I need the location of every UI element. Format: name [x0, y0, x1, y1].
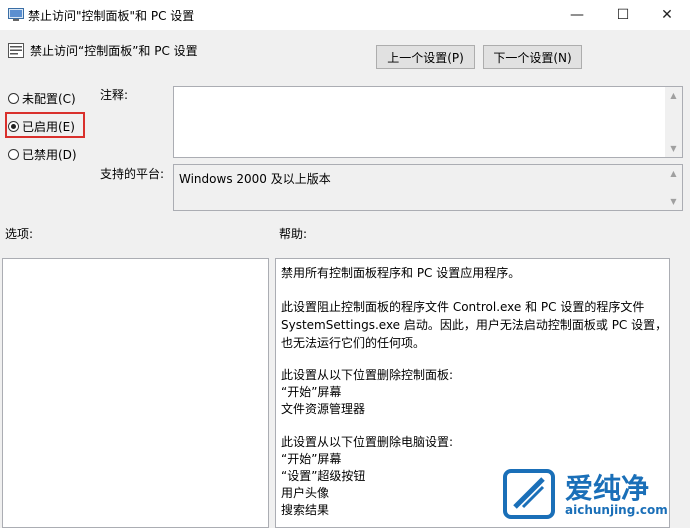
setting-name: 禁止访问“控制面板”和 PC 设置: [30, 44, 198, 58]
platform-value: Windows 2000 及以上版本: [179, 172, 331, 186]
help-line: 用户头像: [281, 486, 330, 500]
help-line: 禁用所有控制面板程序和 PC 设置应用程序。: [281, 266, 521, 280]
help-line: 搜索结果: [281, 503, 330, 517]
platform-label: 支持的平台:: [100, 167, 165, 181]
help-line: SystemSettings.exe 启动。因此，用户无法启动控制面板或 PC …: [281, 318, 668, 332]
radio-enabled[interactable]: 已启用(E): [8, 117, 75, 135]
next-setting-button[interactable]: 下一个设置(N): [483, 45, 582, 69]
radio-label: 已启用(E): [22, 119, 75, 134]
help-line: 此设置从以下位置删除电脑设置:: [281, 435, 454, 449]
platform-textbox: Windows 2000 及以上版本 ▲ ▼: [173, 164, 683, 211]
help-line: 此设置阻止控制面板的程序文件 Control.exe 和 PC 设置的程序文件: [281, 300, 645, 314]
maximize-icon: ☐: [616, 7, 630, 23]
policy-setting-icon: [8, 43, 24, 58]
comment-scrollbar[interactable]: ▲ ▼: [665, 87, 682, 157]
radio-label: 已禁用(D): [22, 147, 77, 162]
options-label: 选项:: [5, 227, 34, 241]
help-line: “开始”屏幕: [281, 385, 342, 399]
radio-not-configured[interactable]: 未配置(C): [8, 89, 76, 107]
help-line: “设置”超级按钮: [281, 469, 366, 483]
previous-setting-button[interactable]: 上一个设置(P): [376, 45, 475, 69]
scroll-up-icon[interactable]: ▲: [665, 87, 682, 104]
window-title: 禁止访问"控制面板"和 PC 设置: [28, 9, 195, 23]
comment-label: 注释:: [100, 88, 129, 102]
help-label: 帮助:: [279, 227, 308, 241]
platform-scrollbar[interactable]: ▲ ▼: [665, 165, 682, 210]
close-icon: ✕: [661, 7, 673, 23]
help-line: 此设置从以下位置删除控制面板:: [281, 368, 454, 382]
radio-circle[interactable]: [8, 148, 19, 160]
scroll-up-icon[interactable]: ▲: [665, 165, 682, 182]
radio-disabled[interactable]: 已禁用(D): [8, 145, 77, 163]
help-line: “开始”屏幕: [281, 452, 342, 466]
brand-logo-icon: [503, 469, 555, 519]
help-line: 文件资源管理器: [281, 402, 366, 416]
options-pane: [2, 258, 269, 528]
radio-circle-checked[interactable]: [8, 120, 19, 132]
scroll-down-icon[interactable]: ▼: [665, 193, 682, 210]
brand-url: aichunjing.com: [565, 503, 668, 517]
help-line: 也无法运行它们的任何项。: [281, 336, 426, 350]
comment-textbox[interactable]: ▲ ▼: [173, 86, 683, 158]
maximize-button[interactable]: ☐: [600, 0, 646, 30]
close-button[interactable]: ✕: [644, 0, 690, 30]
watermark: 爱纯净 aichunjing.com: [503, 465, 688, 523]
scroll-down-icon[interactable]: ▼: [665, 140, 682, 157]
radio-label: 未配置(C): [22, 91, 76, 106]
radio-circle[interactable]: [8, 92, 19, 104]
minimize-button[interactable]: —: [554, 0, 600, 30]
brand-name: 爱纯净: [565, 472, 650, 505]
minimize-icon: —: [570, 7, 584, 23]
policy-app-icon: [8, 8, 24, 21]
